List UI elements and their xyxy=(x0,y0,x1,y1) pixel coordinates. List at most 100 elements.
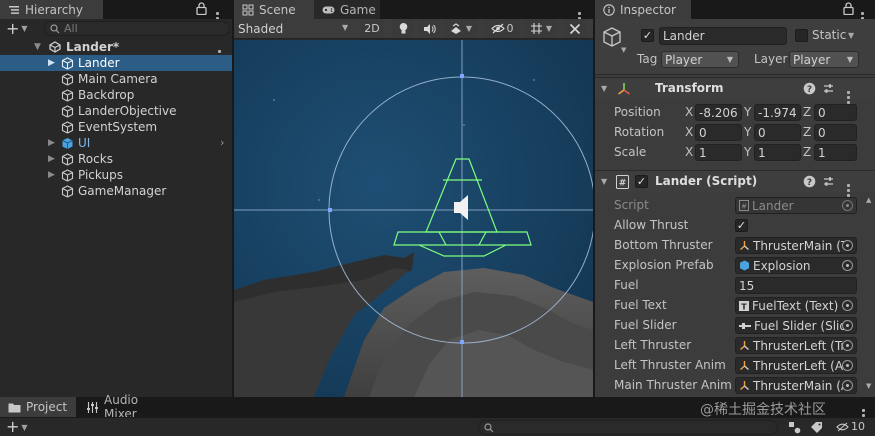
scroll-down-icon[interactable]: ▼ xyxy=(866,382,871,390)
lander-script-header[interactable]: ▼ # ✓ Lander (Script) ? xyxy=(595,170,875,197)
position-z-field[interactable]: 0 xyxy=(814,104,857,121)
left-thruster-field[interactable]: ThrusterLeft (Tr xyxy=(735,337,857,354)
rotation-z-value: 0 xyxy=(818,125,826,140)
gameobject-large-icon[interactable] xyxy=(601,26,623,48)
rotation-z-field[interactable]: 0 xyxy=(814,124,857,141)
lock-icon[interactable] xyxy=(843,2,854,15)
tab-game[interactable]: Game xyxy=(314,0,380,19)
unity-scene-icon xyxy=(48,41,62,53)
fold-closed-icon[interactable]: ▶ xyxy=(48,58,58,68)
effects-dropdown[interactable]: ▼ xyxy=(444,19,478,38)
hierarchy-item-label: LanderObjective xyxy=(78,104,177,118)
scene-viewport[interactable] xyxy=(234,40,593,397)
position-z-value: 0 xyxy=(818,105,826,120)
tag-value: Player xyxy=(665,52,703,67)
object-picker-icon[interactable] xyxy=(842,320,853,331)
chevron-down-icon[interactable]: ▼ xyxy=(621,46,626,54)
object-picker-icon[interactable] xyxy=(842,240,853,251)
explosion-prefab-field[interactable]: Explosion xyxy=(735,257,857,274)
object-picker-icon[interactable] xyxy=(842,300,853,311)
fold-open-icon[interactable]: ▼ xyxy=(34,42,44,52)
scene-row[interactable]: ▼ Lander* xyxy=(0,39,232,63)
help-icon[interactable]: ? xyxy=(803,82,816,95)
position-y-field[interactable]: -1.974 xyxy=(754,104,801,121)
preset-icon[interactable] xyxy=(822,175,835,188)
fold-closed-icon[interactable]: ▶ xyxy=(48,154,58,164)
audio-toggle[interactable] xyxy=(418,19,440,38)
tab-scene[interactable]: Scene xyxy=(234,0,314,19)
scene-visibility-toggle[interactable]: 0 xyxy=(484,19,520,38)
fuel-slider-field[interactable]: Fuel Slider (Slid xyxy=(735,317,857,334)
static-checkbox[interactable] xyxy=(795,29,808,42)
rotation-y-field[interactable]: 0 xyxy=(754,124,801,141)
preset-icon[interactable] xyxy=(822,82,835,95)
chevron-right-icon[interactable]: › xyxy=(220,136,224,149)
object-name-field[interactable]: Lander xyxy=(659,27,787,45)
toggle-2d-button[interactable]: 2D xyxy=(361,19,383,38)
fuel-value: 15 xyxy=(739,278,755,293)
fuel-text-field[interactable]: T FuelText (Text) xyxy=(735,297,857,314)
shading-mode-dropdown[interactable]: Shaded ▼ xyxy=(234,20,354,38)
allow-thrust-checkbox[interactable]: ✓ xyxy=(735,219,748,232)
filter-type-icon[interactable] xyxy=(788,421,801,434)
chevron-down-icon[interactable]: ▼ xyxy=(21,423,27,432)
hierarchy-item-game-manager[interactable]: GameManager xyxy=(0,183,232,199)
hierarchy-item-backdrop[interactable]: Backdrop xyxy=(0,87,232,103)
hierarchy-item-ui[interactable]: ▶ UI › xyxy=(0,135,232,151)
chevron-down-icon[interactable]: ▼ xyxy=(21,24,27,33)
transform-header[interactable]: ▼ Transform ? xyxy=(595,77,875,104)
tab-audio-mixer[interactable]: Audio Mixer xyxy=(78,393,182,421)
rotation-x-field[interactable]: 0 xyxy=(695,124,742,141)
hierarchy-search[interactable]: All xyxy=(44,21,230,36)
layer-dropdown[interactable]: Player ▼ xyxy=(789,51,859,68)
fuel-field[interactable]: 15 xyxy=(735,277,857,294)
scale-x-field[interactable]: 1 xyxy=(695,144,742,161)
hierarchy-item-event-system[interactable]: EventSystem xyxy=(0,119,232,135)
hierarchy-item-pickups[interactable]: ▶ Pickups xyxy=(0,167,232,183)
fold-closed-icon[interactable]: ▶ xyxy=(48,138,58,148)
inspector-scrollbar[interactable]: ▲ ▼ xyxy=(865,196,873,392)
left-thruster-anim-field[interactable]: ThrusterLeft (Ar xyxy=(735,357,857,374)
label-tag-icon[interactable] xyxy=(810,421,823,434)
lock-icon[interactable] xyxy=(196,2,207,15)
scroll-up-icon[interactable]: ▲ xyxy=(866,196,871,204)
field-label: Left Thruster Anim xyxy=(614,358,726,372)
tab-inspector[interactable]: Inspector xyxy=(595,0,691,19)
tab-hierarchy-label: Hierarchy xyxy=(25,2,84,17)
scale-z-field[interactable]: 1 xyxy=(814,144,857,161)
hierarchy-item-rocks[interactable]: ▶ Rocks xyxy=(0,151,232,167)
object-picker-icon[interactable] xyxy=(842,360,853,371)
gizmos-toggle[interactable] xyxy=(564,19,586,38)
hidden-packages-toggle[interactable]: 10 xyxy=(836,420,865,433)
fold-closed-icon[interactable]: ▶ xyxy=(48,170,58,180)
tab-project[interactable]: Project xyxy=(0,397,76,417)
help-icon[interactable]: ? xyxy=(803,175,816,188)
svg-text:#: # xyxy=(619,179,627,189)
chevron-down-icon[interactable]: ▼ xyxy=(848,31,854,40)
position-y-value: -1.974 xyxy=(758,105,797,120)
fold-open-icon[interactable]: ▼ xyxy=(601,84,607,93)
scale-y-field[interactable]: 1 xyxy=(754,144,801,161)
hierarchy-item-main-camera[interactable]: Main Camera xyxy=(0,71,232,87)
project-search[interactable] xyxy=(478,420,778,435)
lighting-toggle[interactable] xyxy=(392,19,414,38)
hierarchy-item-lander-objective[interactable]: LanderObjective xyxy=(0,103,232,119)
hierarchy-item-lander[interactable]: ▶ Lander xyxy=(0,55,232,71)
plus-icon[interactable]: + xyxy=(6,419,19,435)
active-checkbox[interactable]: ✓ xyxy=(641,29,654,42)
scene-panel: Scene Game Shaded ▼ 2D ▼ 0 ▼ xyxy=(234,0,593,397)
axis-y-label: Y xyxy=(744,145,752,159)
main-thruster-anim-field[interactable]: ThrusterMain (A xyxy=(735,377,857,394)
tag-dropdown[interactable]: Player ▼ xyxy=(661,51,739,68)
plus-icon[interactable]: + xyxy=(6,20,19,37)
fold-open-icon[interactable]: ▼ xyxy=(601,177,607,186)
tab-hierarchy[interactable]: Hierarchy xyxy=(0,0,103,19)
object-picker-icon[interactable] xyxy=(842,380,853,391)
grid-snapping-dropdown[interactable]: ▼ xyxy=(525,19,557,38)
object-picker-icon[interactable] xyxy=(842,260,853,271)
bottom-thruster-field[interactable]: ThrusterMain (T xyxy=(735,237,857,254)
component-enabled-checkbox[interactable]: ✓ xyxy=(635,175,648,188)
object-picker-icon[interactable] xyxy=(842,340,853,351)
gameobject-icon xyxy=(61,104,74,118)
position-x-field[interactable]: -8.206 xyxy=(695,104,742,121)
